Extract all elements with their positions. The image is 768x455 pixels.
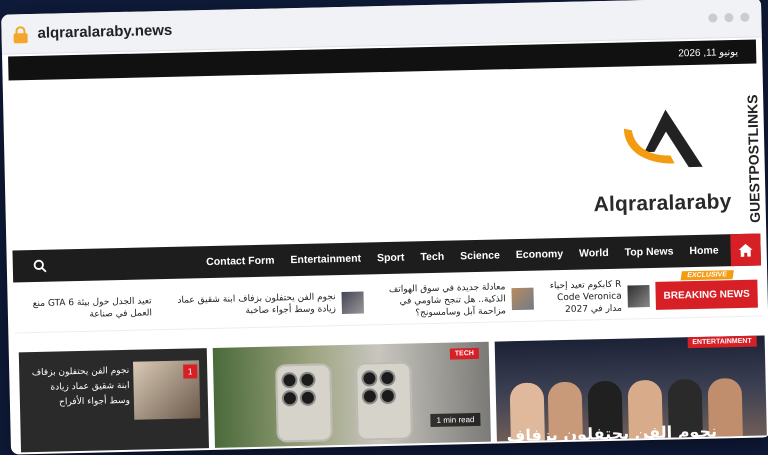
side-brand-text: GUESTPOSTLINKS: [744, 94, 764, 223]
site-logo[interactable]: Alqraralaraby: [591, 104, 743, 217]
category-tag[interactable]: TECH: [449, 347, 480, 360]
home-button[interactable]: [730, 233, 761, 267]
card-rank-badge: 1: [183, 364, 198, 379]
window-dot-1[interactable]: [708, 13, 718, 23]
featured-card-right[interactable]: ENTERTAINMENT نجوم الفن يحتفلون بزفاف: [494, 335, 767, 442]
nav-entertainment[interactable]: Entertainment: [282, 252, 369, 267]
exclusive-badge: EXCLUSIVE: [680, 270, 734, 281]
nav-tech[interactable]: Tech: [412, 251, 452, 264]
lock-icon: [13, 25, 28, 43]
nav-contact-form[interactable]: Contact Form: [198, 254, 283, 269]
ticker-item-text: R كابكوم تعيد إحياء Code Veronica مدار ف…: [549, 279, 623, 315]
nav-world[interactable]: World: [571, 247, 617, 260]
ticker-thumbnail: [511, 287, 534, 311]
browser-window: alqraralaraby.news يونيو 11, 2026 Alqrar…: [1, 0, 768, 455]
ticker-item[interactable]: R كابكوم تعيد إحياء Code Veronica مدار ف…: [539, 279, 650, 315]
ticker-item[interactable]: معادلة جديدة في سوق الهواتف الذكية.. هل …: [368, 282, 534, 319]
breaking-news-label: BREAKING NEWS: [655, 279, 758, 310]
breaking-news-ticker: BREAKING NEWS EXCLUSIVE R كابكوم تعيد إح…: [11, 270, 763, 334]
address-bar-url[interactable]: alqraralaraby.news: [37, 22, 172, 42]
nav-top-news[interactable]: Top News: [617, 245, 682, 258]
side-brand: GUESTPOSTLINKS: [741, 73, 767, 243]
window-dot-2[interactable]: [724, 13, 734, 23]
read-time-badge: 1 min read: [430, 412, 481, 428]
ticker-thumbnail: [627, 285, 650, 308]
ticker-thumbnail: [341, 291, 364, 315]
window-dot-3[interactable]: [740, 12, 750, 22]
nav-science[interactable]: Science: [452, 249, 508, 262]
ticker-item-text: تعيد الجدل حول بيئة GTA 6 منع العمل في ص…: [32, 296, 153, 320]
home-icon: [738, 243, 753, 257]
logo-mark-icon: [623, 109, 703, 168]
current-date: يونيو 11, 2026: [678, 46, 739, 59]
card-title: نجوم الفن يحتفلون بزفاف ابنة شقيق عماد ز…: [31, 365, 131, 408]
ticker-item[interactable]: تعيد الجدل حول بيئة GTA 6 منع العمل في ص…: [11, 291, 158, 326]
featured-cards: نجوم الفن يحتفلون بزفاف ابنة شقيق عماد ز…: [9, 335, 768, 453]
nav-sport[interactable]: Sport: [369, 251, 413, 265]
category-tag[interactable]: ENTERTAINMENT: [687, 335, 757, 349]
phone-image-1: [275, 363, 333, 443]
ticker-item-text: نجوم الفن يحتفلون بزفاف ابنة شقيق عماد ز…: [177, 292, 336, 317]
window-controls: [708, 12, 750, 23]
featured-card-middle[interactable]: TECH 1 min read: [212, 341, 491, 448]
featured-card-left[interactable]: نجوم الفن يحتفلون بزفاف ابنة شقيق عماد ز…: [18, 348, 209, 453]
site-header: Alqraralaraby GUESTPOSTLINKS: [3, 63, 767, 250]
nav-home[interactable]: Home: [681, 244, 726, 257]
search-icon[interactable]: [33, 259, 47, 273]
ticker-item-text: معادلة جديدة في سوق الهواتف الذكية.. هل …: [388, 282, 507, 319]
logo-text: Alqraralaraby: [593, 190, 732, 217]
ticker-item[interactable]: نجوم الفن يحتفلون بزفاف ابنة شقيق عماد ز…: [163, 287, 364, 324]
nav-economy[interactable]: Economy: [508, 248, 572, 261]
